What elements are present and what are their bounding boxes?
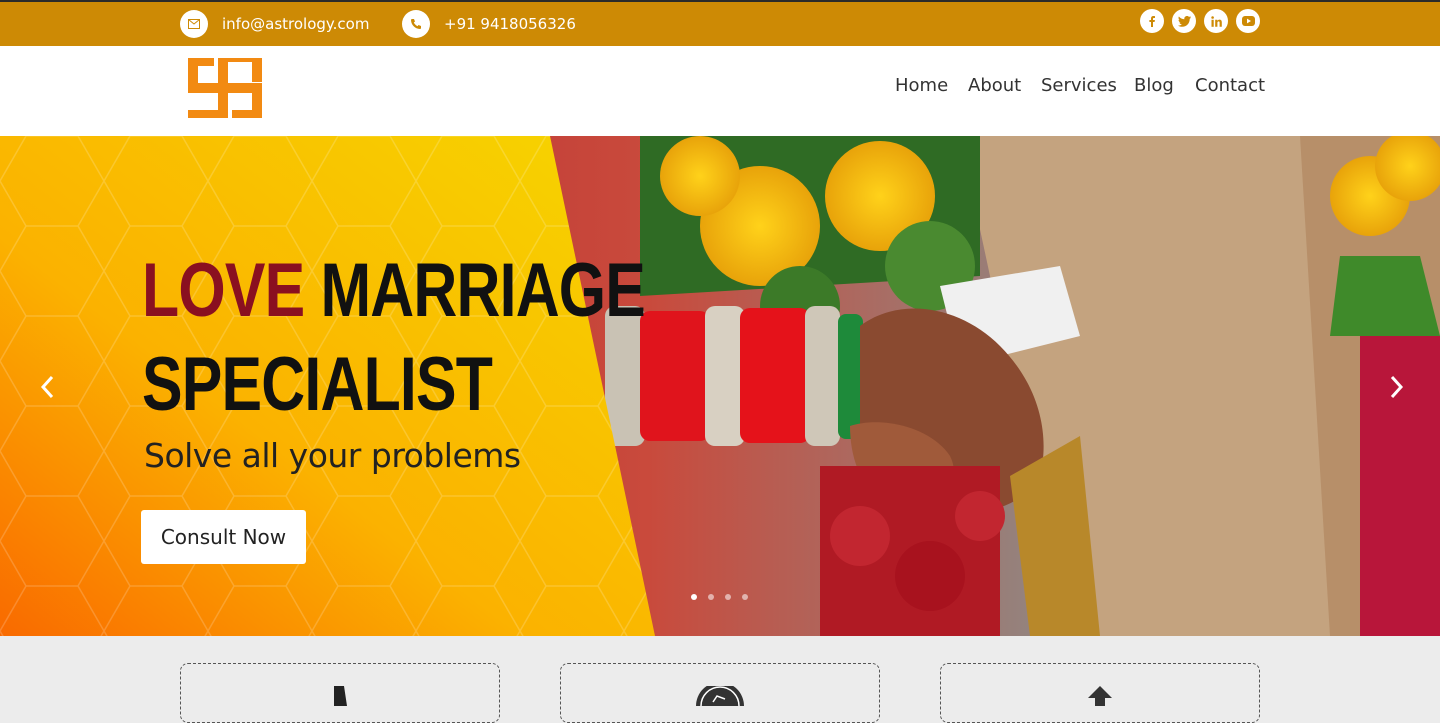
- main-navbar: Home About Services Blog Contact: [0, 46, 1440, 136]
- phone-contact[interactable]: +91 9418056326: [402, 10, 576, 38]
- chevron-right-icon[interactable]: [1382, 372, 1412, 402]
- phone-text[interactable]: +91 9418056326: [444, 15, 576, 33]
- clock-badge-icon: [695, 682, 745, 711]
- hero-headline: LOVE MARRIAGE SPECIALIST: [142, 244, 646, 432]
- hero-slider: LOVE MARRIAGE SPECIALIST Solve all your …: [0, 136, 1440, 636]
- up-arrow-icon: [1088, 686, 1112, 711]
- facebook-icon[interactable]: [1140, 9, 1164, 33]
- email-contact[interactable]: info@astrology.com: [180, 10, 369, 38]
- feature-card-2[interactable]: [560, 663, 880, 723]
- linkedin-icon[interactable]: [1204, 9, 1228, 33]
- slider-dot-3[interactable]: [725, 594, 731, 600]
- headline-marriage: MARRIAGE: [320, 248, 646, 333]
- slider-dot-1[interactable]: [691, 594, 697, 600]
- hero-subtitle: Solve all your problems: [144, 436, 521, 475]
- feature-card-1[interactable]: [180, 663, 500, 723]
- email-text[interactable]: info@astrology.com: [222, 15, 369, 33]
- consult-now-button[interactable]: Consult Now: [141, 510, 306, 564]
- nav-about[interactable]: About: [968, 75, 1021, 96]
- phone-icon: [402, 10, 430, 38]
- twitter-icon[interactable]: [1172, 9, 1196, 33]
- swastika-logo[interactable]: [184, 52, 266, 131]
- nav-blog[interactable]: Blog: [1134, 75, 1174, 96]
- feature-cards-section: [0, 636, 1440, 723]
- headline-love: LOVE: [142, 248, 305, 333]
- feature-card-3[interactable]: [940, 663, 1260, 723]
- mobile-phone-icon: [330, 686, 350, 711]
- headline-specialist: SPECIALIST: [142, 342, 493, 427]
- slider-dots: [691, 594, 748, 600]
- top-contact-bar: info@astrology.com +91 9418056326: [0, 0, 1440, 46]
- nav-contact[interactable]: Contact: [1195, 75, 1265, 96]
- nav-services[interactable]: Services: [1041, 75, 1117, 96]
- mail-icon: [180, 10, 208, 38]
- nav-home[interactable]: Home: [895, 75, 948, 96]
- youtube-icon[interactable]: [1236, 9, 1260, 33]
- chevron-left-icon[interactable]: [32, 372, 62, 402]
- slider-dot-2[interactable]: [708, 594, 714, 600]
- slider-dot-4[interactable]: [742, 594, 748, 600]
